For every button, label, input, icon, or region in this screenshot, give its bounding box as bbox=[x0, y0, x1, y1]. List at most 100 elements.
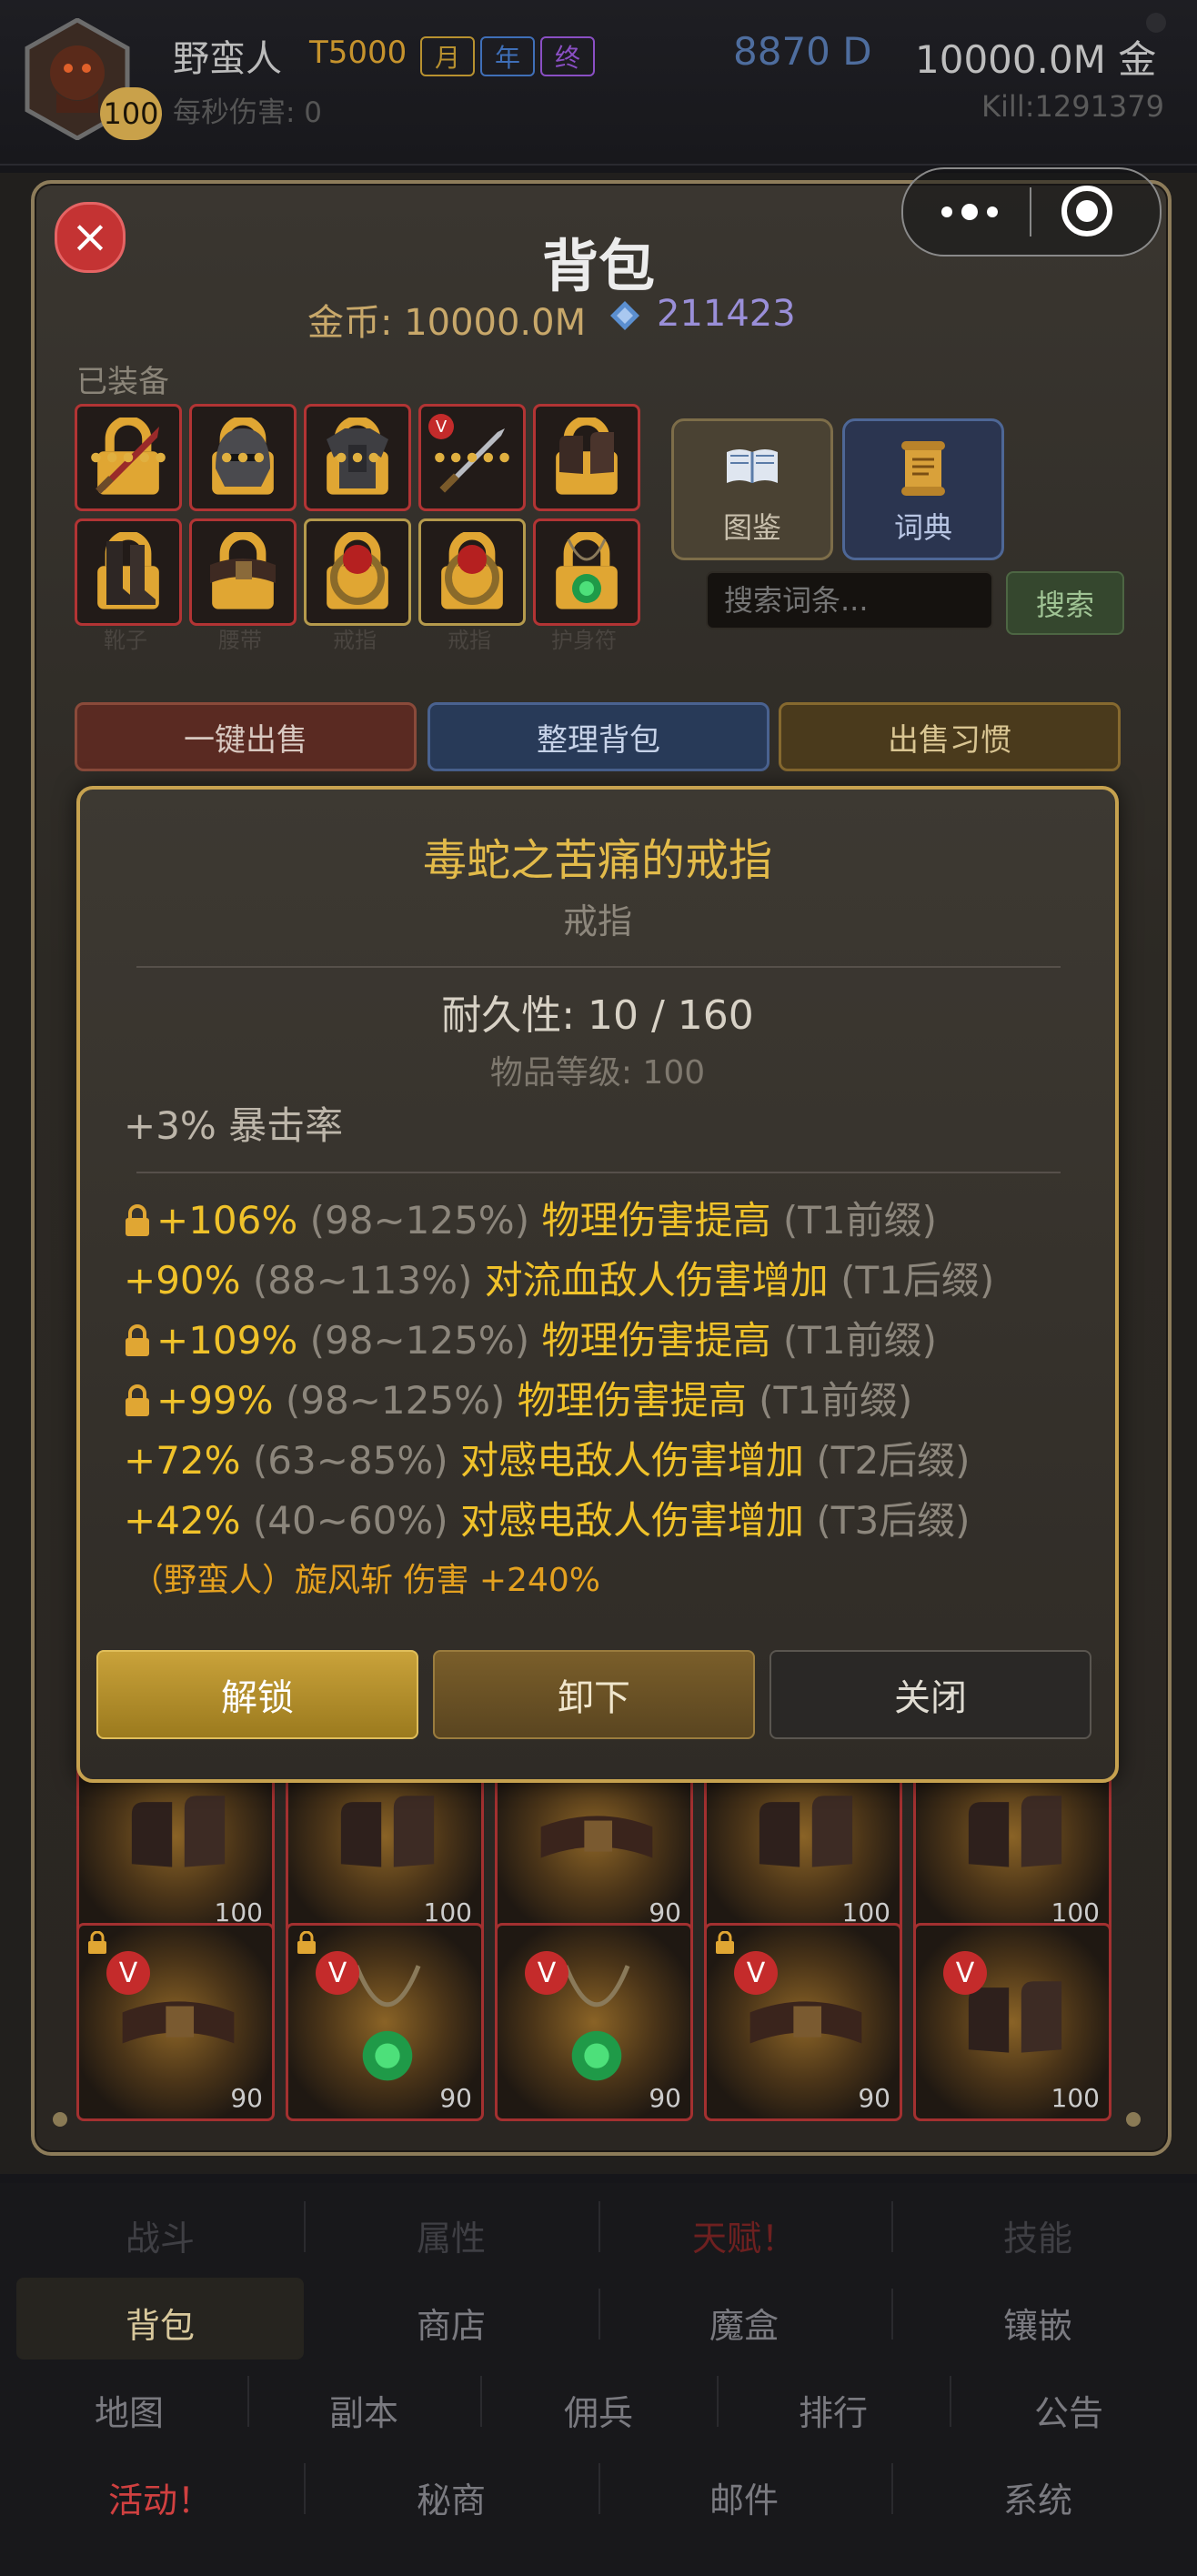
inventory-item[interactable]: V 90 bbox=[76, 1923, 275, 2121]
more-dots-icon[interactable] bbox=[938, 198, 1001, 226]
star-rating-icon bbox=[336, 452, 379, 463]
item-level: 90 bbox=[858, 2083, 890, 2113]
affix-tier: (T1前缀) bbox=[782, 1198, 937, 1243]
sort-bag-button[interactable]: 整理背包 bbox=[428, 702, 770, 771]
nav-battle[interactable]: 战斗 bbox=[0, 2210, 320, 2260]
search-input[interactable] bbox=[706, 571, 993, 629]
affix-value: +109% bbox=[156, 1318, 298, 1363]
nav-attributes[interactable]: 属性 bbox=[289, 2210, 613, 2260]
nav-dungeon[interactable]: 副本 bbox=[247, 2385, 480, 2435]
affix-tier: (T1前缀) bbox=[759, 1378, 913, 1423]
affix-tier: (T1前缀) bbox=[782, 1318, 937, 1363]
dictionary-button[interactable]: 词典 bbox=[842, 418, 1004, 560]
nav-divider bbox=[598, 2463, 600, 2514]
nav-talents[interactable]: 天赋！ bbox=[584, 2210, 904, 2260]
book-icon bbox=[727, 449, 778, 483]
nav-ranking[interactable]: 排行 bbox=[717, 2385, 950, 2435]
lock-icon bbox=[88, 1931, 106, 1954]
gloves-icon bbox=[968, 1796, 1062, 1867]
equip-slot-ring-1[interactable] bbox=[304, 518, 411, 626]
nav-mercenary[interactable]: 佣兵 bbox=[480, 2385, 717, 2435]
gloves-icon bbox=[559, 432, 614, 474]
item-level: 90 bbox=[439, 2083, 472, 2113]
nav-divider bbox=[247, 2376, 249, 2427]
affix-range: (98~125%) bbox=[309, 1198, 530, 1243]
affix-name: 物理伤害提高 bbox=[541, 1198, 771, 1243]
sell-all-button[interactable]: 一键出售 bbox=[75, 702, 417, 771]
affix-name: 物理伤害提高 bbox=[541, 1318, 771, 1363]
codex-label: 图鉴 bbox=[722, 510, 781, 545]
equip-slot-amulet[interactable] bbox=[533, 518, 640, 626]
affix-tier: (T2后缀) bbox=[816, 1438, 971, 1483]
close-dialog-button[interactable]: 关闭 bbox=[770, 1650, 1091, 1739]
equip-slot-offhand[interactable]: V bbox=[418, 404, 526, 511]
affix-line[interactable]: +72% (63~85%) 对感电敌人伤害增加 (T2后缀) bbox=[124, 1430, 971, 1485]
nav-divider bbox=[598, 2201, 600, 2252]
item-level-text: 物品等级: 100 bbox=[489, 1054, 706, 1092]
nav-skills[interactable]: 技能 bbox=[879, 2210, 1197, 2260]
inventory-item[interactable]: V 90 bbox=[495, 1923, 693, 2121]
bottom-navigation: 战斗 属性 天赋！ 技能 背包 商店 魔盒 镶嵌 地图 副本 佣兵 排行 公告 … bbox=[0, 2183, 1197, 2576]
sell-habit-button[interactable]: 出售习惯 bbox=[779, 702, 1121, 771]
affix-tier: (T3后缀) bbox=[816, 1498, 971, 1543]
capsule-divider bbox=[1030, 187, 1031, 236]
equip-slot-armor[interactable] bbox=[304, 404, 411, 511]
scroll-icon bbox=[901, 441, 945, 496]
item-name: 毒蛇之苦痛的戒指 bbox=[422, 835, 772, 886]
affix-line[interactable]: +90% (88~113%) 对流血敌人伤害增加 (T1后缀) bbox=[124, 1250, 994, 1305]
equip-slot-weapon[interactable] bbox=[75, 404, 182, 511]
affix-range: (63~85%) bbox=[252, 1438, 448, 1483]
v-badge-icon: V bbox=[734, 1951, 778, 1995]
tag-lifetime: 终 bbox=[540, 36, 595, 76]
target-circle-icon[interactable] bbox=[1060, 184, 1114, 238]
affix-value: +99% bbox=[156, 1378, 274, 1423]
nav-mail[interactable]: 邮件 bbox=[584, 2472, 904, 2522]
nav-divider bbox=[950, 2376, 951, 2427]
unequip-button[interactable]: 卸下 bbox=[433, 1650, 755, 1739]
codex-button[interactable]: 图鉴 bbox=[671, 418, 833, 560]
affix-line[interactable]: +99% (98~125%) 物理伤害提高 (T1前缀) bbox=[124, 1370, 912, 1425]
nav-backpack[interactable]: 背包 bbox=[0, 2298, 320, 2348]
equip-slot-caption: 护身符 bbox=[551, 628, 617, 653]
skill-bonus: （野蛮人）旋风斩 伤害 +240% bbox=[131, 1562, 600, 1599]
nav-secret-merchant[interactable]: 秘商 bbox=[289, 2472, 613, 2522]
inventory-item[interactable]: V 100 bbox=[913, 1923, 1112, 2121]
equip-slot-ring-2[interactable] bbox=[418, 518, 526, 626]
inventory-item[interactable]: V 90 bbox=[286, 1923, 484, 2121]
dps-readout: 每秒伤害: 0 bbox=[173, 96, 323, 129]
nav-divider bbox=[891, 2289, 893, 2340]
equip-slot-gloves[interactable] bbox=[533, 404, 640, 511]
gold-count: 10000.0M 金 bbox=[915, 37, 1157, 82]
nav-inlay[interactable]: 镶嵌 bbox=[879, 2298, 1197, 2348]
search-button[interactable]: 搜索 bbox=[1006, 571, 1124, 635]
affix-name: 对感电敌人伤害增加 bbox=[460, 1498, 805, 1543]
nav-events[interactable]: 活动！ bbox=[0, 2472, 320, 2522]
star-rating-icon bbox=[91, 452, 166, 463]
unlock-button[interactable]: 解锁 bbox=[96, 1650, 418, 1739]
hero-tier: T5000 bbox=[309, 35, 407, 71]
hero-name: 野蛮人 bbox=[173, 38, 282, 80]
equip-slot-boots[interactable] bbox=[75, 518, 182, 626]
equip-slot-helmet[interactable] bbox=[189, 404, 297, 511]
nav-notice[interactable]: 公告 bbox=[950, 2385, 1188, 2435]
panel-gold: 金币: 10000.0M bbox=[307, 302, 587, 344]
nav-divider bbox=[304, 2201, 306, 2252]
nav-shop[interactable]: 商店 bbox=[289, 2298, 613, 2348]
nav-system[interactable]: 系统 bbox=[879, 2472, 1197, 2522]
affix-line[interactable]: +109% (98~125%) 物理伤害提高 (T1前缀) bbox=[124, 1310, 937, 1365]
affix-value: +106% bbox=[156, 1198, 298, 1243]
equip-slot-caption: 靴子 bbox=[104, 628, 147, 653]
divider bbox=[136, 1172, 1061, 1173]
affix-name: 物理伤害提高 bbox=[517, 1378, 747, 1423]
nav-map[interactable]: 地图 bbox=[0, 2385, 258, 2435]
item-level: 100 bbox=[1051, 2083, 1100, 2113]
divider bbox=[136, 966, 1061, 968]
inventory-item[interactable]: V 90 bbox=[704, 1923, 902, 2121]
hero-level-badge: 100 bbox=[100, 87, 162, 140]
lock-icon bbox=[126, 1324, 149, 1356]
tag-yearly: 年 bbox=[480, 36, 535, 76]
nav-magic-box[interactable]: 魔盒 bbox=[584, 2298, 904, 2348]
equip-slot-belt[interactable] bbox=[189, 518, 297, 626]
affix-line[interactable]: +106% (98~125%) 物理伤害提高 (T1前缀) bbox=[124, 1190, 937, 1245]
affix-line[interactable]: +42% (40~60%) 对感电敌人伤害增加 (T3后缀) bbox=[124, 1490, 971, 1545]
